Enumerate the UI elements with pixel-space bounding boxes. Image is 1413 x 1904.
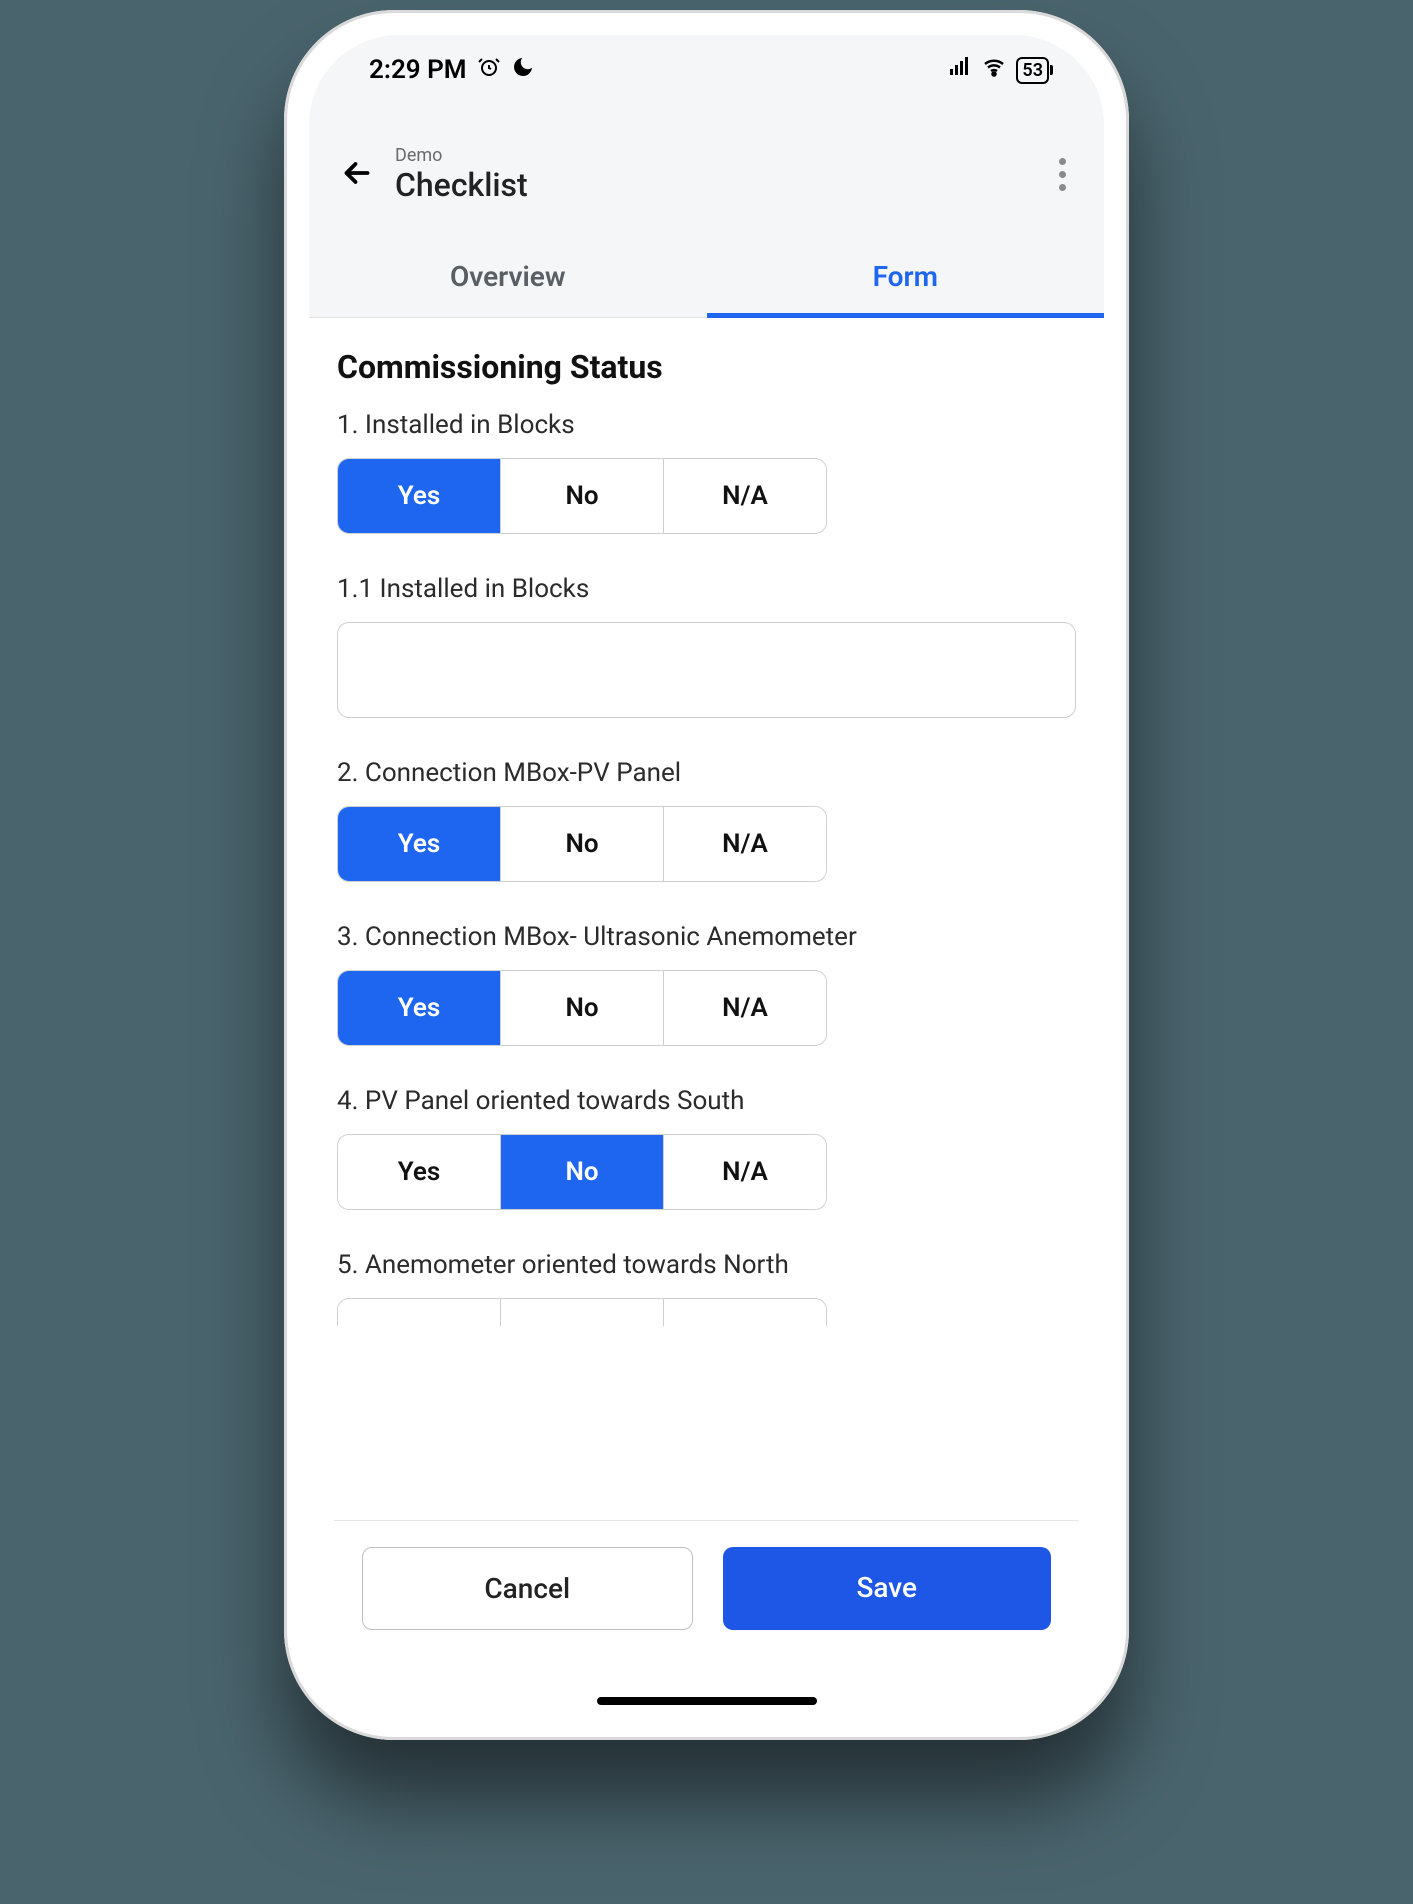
question-2-label: 2. Connection MBox-PV Panel [337,758,1076,788]
header-left: Demo Checklist [339,145,528,204]
question-5: 5. Anemometer oriented towards North [337,1250,1076,1326]
q2-na[interactable]: N/A [664,807,826,881]
question-1-options: Yes No N/A [337,458,827,534]
header-title: Checklist [395,166,528,204]
question-2-options: Yes No N/A [337,806,827,882]
section-title: Commissioning Status [337,348,1076,386]
question-3-options: Yes No N/A [337,970,827,1046]
q1-na[interactable]: N/A [664,459,826,533]
question-3-label: 3. Connection MBox- Ultrasonic Anemomete… [337,922,1076,952]
alarm-icon [477,55,501,86]
question-4-label: 4. PV Panel oriented towards South [337,1086,1076,1116]
header-titles: Demo Checklist [395,145,528,204]
q4-na[interactable]: N/A [664,1135,826,1209]
status-left: 2:29 PM [369,55,535,86]
q4-yes[interactable]: Yes [338,1135,501,1209]
signal-icon [948,55,972,86]
question-3: 3. Connection MBox- Ultrasonic Anemomete… [337,922,1076,1046]
status-time: 2:29 PM [369,55,467,85]
question-1-1-label: 1.1 Installed in Blocks [337,574,1076,604]
tab-form[interactable]: Form [707,234,1105,317]
q5-na[interactable] [664,1299,826,1326]
header-subtitle: Demo [395,145,528,166]
status-right: 53 [948,55,1049,86]
wifi-icon [982,55,1006,86]
question-5-options [337,1298,827,1326]
question-2: 2. Connection MBox-PV Panel Yes No N/A [337,758,1076,882]
status-bar: 2:29 PM 53 [309,35,1104,105]
q1-no[interactable]: No [501,459,664,533]
back-arrow-icon[interactable] [339,155,375,195]
more-menu-icon[interactable] [1051,150,1074,199]
question-1-1: 1.1 Installed in Blocks [337,574,1076,718]
question-4-options: Yes No N/A [337,1134,827,1210]
q1-yes[interactable]: Yes [338,459,501,533]
q5-yes[interactable] [338,1299,501,1326]
screen: 2:29 PM 53 [309,35,1104,1715]
q3-yes[interactable]: Yes [338,971,501,1045]
moon-icon [511,55,535,86]
app-header: Demo Checklist [309,105,1104,234]
q3-na[interactable]: N/A [664,971,826,1045]
question-5-label: 5. Anemometer oriented towards North [337,1250,1076,1280]
cancel-button[interactable]: Cancel [362,1547,693,1630]
tab-overview[interactable]: Overview [309,234,707,317]
q5-no[interactable] [501,1299,664,1326]
battery-value: 53 [1022,60,1043,81]
question-1-1-input[interactable] [337,622,1076,718]
battery-indicator: 53 [1016,57,1049,84]
q4-no[interactable]: No [501,1135,664,1209]
footer-actions: Cancel Save [334,1520,1079,1690]
question-4: 4. PV Panel oriented towards South Yes N… [337,1086,1076,1210]
save-button[interactable]: Save [723,1547,1052,1630]
q2-no[interactable]: No [501,807,664,881]
tabs: Overview Form [309,234,1104,318]
form-content: Commissioning Status 1. Installed in Blo… [309,318,1104,1715]
q3-no[interactable]: No [501,971,664,1045]
q2-yes[interactable]: Yes [338,807,501,881]
question-1-label: 1. Installed in Blocks [337,410,1076,440]
phone-frame: 2:29 PM 53 [284,10,1129,1740]
question-1: 1. Installed in Blocks Yes No N/A [337,410,1076,534]
